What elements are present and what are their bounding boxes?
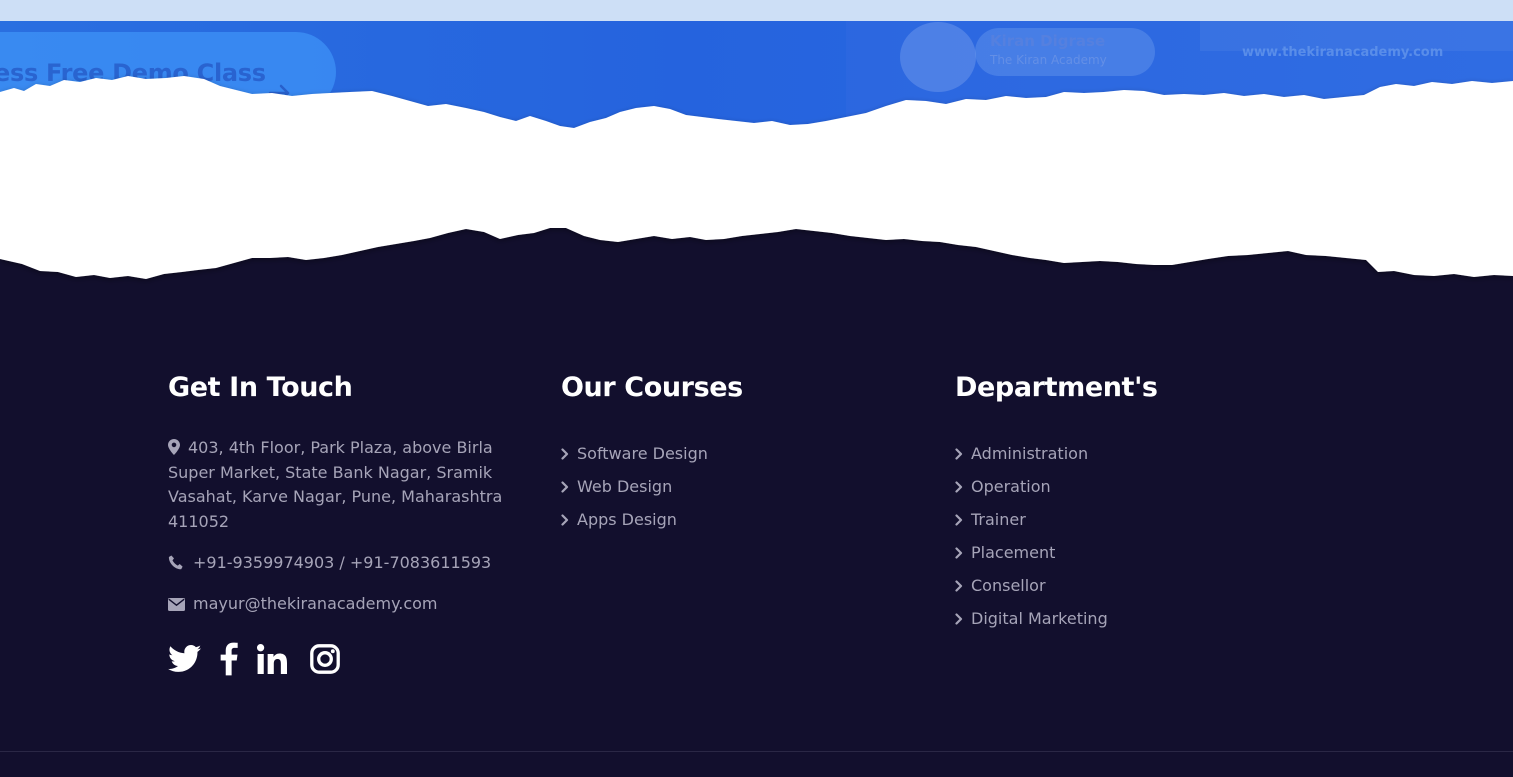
courses-heading: Our Courses <box>561 372 743 403</box>
chevron-right-icon <box>955 579 971 592</box>
contact-address-text: 403, 4th Floor, Park Plaza, above Birla … <box>168 438 503 531</box>
department-link-digital-marketing[interactable]: Digital Marketing <box>955 602 1255 635</box>
courses-list: Software Design Web Design Apps Design <box>561 437 861 536</box>
trainer-name: Kiran Digrase <box>990 32 1106 50</box>
chevron-right-icon <box>955 546 971 559</box>
chevron-right-icon <box>955 612 971 625</box>
department-link-label[interactable]: Administration <box>971 444 1088 463</box>
department-link-label[interactable]: Consellor <box>971 576 1046 595</box>
social-links <box>168 641 538 677</box>
chevron-right-icon <box>955 447 971 460</box>
contact-phone-text[interactable]: +91-9359974903 / +91-7083611593 <box>193 553 491 572</box>
linkedin-icon[interactable] <box>256 644 288 674</box>
course-link-label[interactable]: Web Design <box>577 477 672 496</box>
footer-courses-section: Our Courses Software Design Web Design A… <box>561 372 861 536</box>
facebook-icon[interactable] <box>220 642 238 676</box>
footer-contact-section: Get In Touch 403, 4th Floor, Park Plaza,… <box>168 372 538 677</box>
department-link-operation[interactable]: Operation <box>955 470 1255 503</box>
top-strip <box>0 0 1513 21</box>
contact-email[interactable]: mayur@thekiranacademy.com <box>168 592 538 617</box>
department-link-trainer[interactable]: Trainer <box>955 503 1255 536</box>
department-link-label[interactable]: Operation <box>971 477 1051 496</box>
department-link-placement[interactable]: Placement <box>955 536 1255 569</box>
phone-icon <box>168 555 183 570</box>
department-link-label[interactable]: Trainer <box>971 510 1026 529</box>
map-marker-icon <box>168 439 180 455</box>
course-link-software-design[interactable]: Software Design <box>561 437 861 470</box>
course-link-label[interactable]: Apps Design <box>577 510 677 529</box>
course-link-apps-design[interactable]: Apps Design <box>561 503 861 536</box>
instagram-icon[interactable] <box>310 644 340 674</box>
department-link-consellor[interactable]: Consellor <box>955 569 1255 602</box>
footer-departments-section: Department's Administration Operation Tr… <box>955 372 1255 635</box>
contact-phone[interactable]: +91-9359974903 / +91-7083611593 <box>168 551 538 576</box>
department-link-administration[interactable]: Administration <box>955 437 1255 470</box>
department-link-label[interactable]: Digital Marketing <box>971 609 1108 628</box>
envelope-icon <box>168 597 185 611</box>
contact-email-text[interactable]: mayur@thekiranacademy.com <box>193 594 438 613</box>
chevron-right-icon <box>561 480 577 493</box>
course-link-label[interactable]: Software Design <box>577 444 708 463</box>
chevron-right-icon <box>561 447 577 460</box>
page: ess Free Demo Class Kiran Digrase The Ki… <box>0 0 1513 777</box>
twitter-icon[interactable] <box>168 645 202 673</box>
footer-divider <box>0 751 1513 752</box>
chevron-right-icon <box>955 513 971 526</box>
departments-heading: Department's <box>955 372 1158 403</box>
chevron-right-icon <box>561 513 577 526</box>
contact-heading: Get In Touch <box>168 372 353 403</box>
torn-paper-divider <box>0 76 1513 279</box>
website-watermark: www.thekiranacademy.com <box>1242 45 1444 60</box>
department-link-label[interactable]: Placement <box>971 543 1055 562</box>
course-link-web-design[interactable]: Web Design <box>561 470 861 503</box>
departments-list: Administration Operation Trainer Placeme… <box>955 437 1255 635</box>
contact-address: 403, 4th Floor, Park Plaza, above Birla … <box>168 436 530 534</box>
chevron-right-icon <box>955 480 971 493</box>
